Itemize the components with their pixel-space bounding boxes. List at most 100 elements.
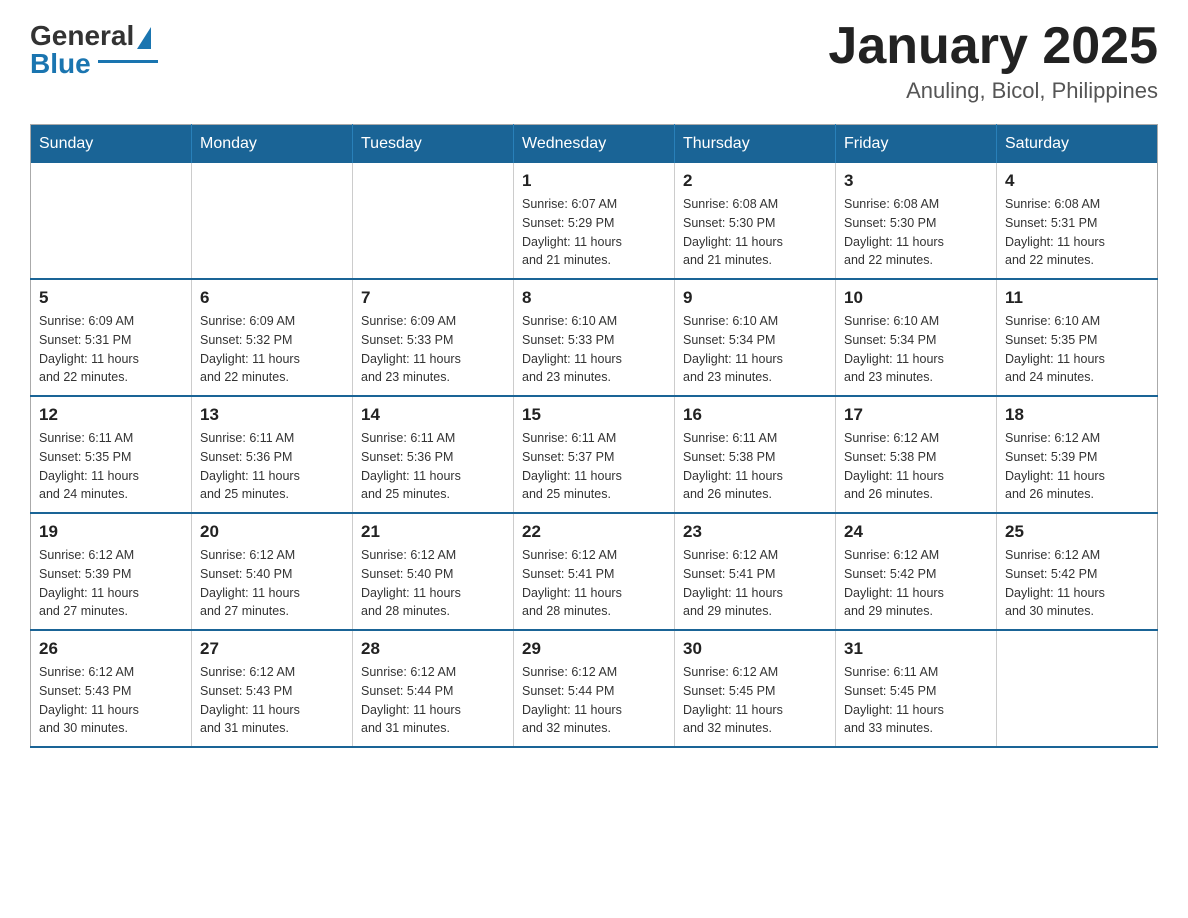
day-number: 4 xyxy=(1005,171,1149,191)
calendar-cell: 15 Sunrise: 6:11 AMSunset: 5:37 PMDayligh… xyxy=(514,396,675,513)
day-info: Sunrise: 6:11 AMSunset: 5:35 PMDaylight:… xyxy=(39,429,183,504)
day-info: Sunrise: 6:12 AMSunset: 5:45 PMDaylight:… xyxy=(683,663,827,738)
calendar-cell: 25Sunrise: 6:12 AMSunset: 5:42 PMDayligh… xyxy=(997,513,1158,630)
day-number: 27 xyxy=(200,639,344,659)
calendar-cell: 7 Sunrise: 6:09 AMSunset: 5:33 PMDaylight… xyxy=(353,279,514,396)
calendar-cell: 21 Sunrise: 6:12 AMSunset: 5:40 PMDayligh… xyxy=(353,513,514,630)
day-info: Sunrise: 6:12 AMSunset: 5:40 PMDaylight:… xyxy=(361,546,505,621)
weekday-header-row: SundayMondayTuesdayWednesdayThursdayFrid… xyxy=(31,125,1158,164)
weekday-header-friday: Friday xyxy=(836,125,997,164)
calendar-cell: 1Sunrise: 6:07 AMSunset: 5:29 PMDaylight… xyxy=(514,163,675,279)
calendar-table: SundayMondayTuesdayWednesdayThursdayFrid… xyxy=(30,124,1158,748)
day-info: Sunrise: 6:11 AMSunset: 5:36 PMDaylight:… xyxy=(361,429,505,504)
title-area: January 2025 Anuling, Bicol, Philippines xyxy=(828,20,1158,104)
calendar-cell: 28 Sunrise: 6:12 AMSunset: 5:44 PMDayligh… xyxy=(353,630,514,747)
day-number: 24 xyxy=(844,522,988,542)
day-info: Sunrise: 6:09 AMSunset: 5:32 PMDaylight:… xyxy=(200,312,344,387)
page-header: General Blue January 2025 Anuling, Bicol… xyxy=(30,20,1158,104)
weekday-header-wednesday: Wednesday xyxy=(514,125,675,164)
calendar-cell: 6Sunrise: 6:09 AMSunset: 5:32 PMDaylight… xyxy=(192,279,353,396)
day-info: Sunrise: 6:11 AMSunset: 5:45 PMDaylight:… xyxy=(844,663,988,738)
day-info: Sunrise: 6:11 AMSunset: 5:36 PMDaylight:… xyxy=(200,429,344,504)
day-info: Sunrise: 6:12 AMSunset: 5:43 PMDaylight:… xyxy=(200,663,344,738)
day-number: 3 xyxy=(844,171,988,191)
day-info: Sunrise: 6:12 AMSunset: 5:41 PMDaylight:… xyxy=(683,546,827,621)
day-number: 12 xyxy=(39,405,183,425)
calendar-cell xyxy=(997,630,1158,747)
calendar-cell: 4 Sunrise: 6:08 AMSunset: 5:31 PMDaylight… xyxy=(997,163,1158,279)
day-info: Sunrise: 6:12 AMSunset: 5:44 PMDaylight:… xyxy=(522,663,666,738)
calendar-cell xyxy=(353,163,514,279)
location-title: Anuling, Bicol, Philippines xyxy=(828,78,1158,104)
day-number: 20 xyxy=(200,522,344,542)
day-info: Sunrise: 6:09 AMSunset: 5:33 PMDaylight:… xyxy=(361,312,505,387)
calendar-cell: 2 Sunrise: 6:08 AMSunset: 5:30 PMDaylight… xyxy=(675,163,836,279)
day-number: 21 xyxy=(361,522,505,542)
day-info: Sunrise: 6:08 AMSunset: 5:30 PMDaylight:… xyxy=(683,195,827,270)
day-number: 26 xyxy=(39,639,183,659)
calendar-cell: 9 Sunrise: 6:10 AMSunset: 5:34 PMDaylight… xyxy=(675,279,836,396)
day-info: Sunrise: 6:12 AMSunset: 5:38 PMDaylight:… xyxy=(844,429,988,504)
weekday-header-sunday: Sunday xyxy=(31,125,192,164)
day-info: Sunrise: 6:12 AMSunset: 5:39 PMDaylight:… xyxy=(1005,429,1149,504)
calendar-cell: 3 Sunrise: 6:08 AMSunset: 5:30 PMDaylight… xyxy=(836,163,997,279)
day-number: 9 xyxy=(683,288,827,308)
day-info: Sunrise: 6:12 AMSunset: 5:42 PMDaylight:… xyxy=(1005,546,1149,621)
day-number: 19 xyxy=(39,522,183,542)
day-info: Sunrise: 6:11 AMSunset: 5:37 PMDaylight:… xyxy=(522,429,666,504)
day-number: 10 xyxy=(844,288,988,308)
calendar-cell: 17 Sunrise: 6:12 AMSunset: 5:38 PMDayligh… xyxy=(836,396,997,513)
day-number: 16 xyxy=(683,405,827,425)
day-info: Sunrise: 6:10 AMSunset: 5:33 PMDaylight:… xyxy=(522,312,666,387)
day-number: 8 xyxy=(522,288,666,308)
calendar-cell: 18Sunrise: 6:12 AMSunset: 5:39 PMDayligh… xyxy=(997,396,1158,513)
day-number: 31 xyxy=(844,639,988,659)
day-number: 29 xyxy=(522,639,666,659)
calendar-cell: 23 Sunrise: 6:12 AMSunset: 5:41 PMDayligh… xyxy=(675,513,836,630)
day-info: Sunrise: 6:08 AMSunset: 5:30 PMDaylight:… xyxy=(844,195,988,270)
calendar-cell: 16Sunrise: 6:11 AMSunset: 5:38 PMDayligh… xyxy=(675,396,836,513)
month-title: January 2025 xyxy=(828,20,1158,72)
day-info: Sunrise: 6:08 AMSunset: 5:31 PMDaylight:… xyxy=(1005,195,1149,270)
calendar-cell xyxy=(31,163,192,279)
day-number: 17 xyxy=(844,405,988,425)
day-number: 15 xyxy=(522,405,666,425)
day-number: 7 xyxy=(361,288,505,308)
day-number: 14 xyxy=(361,405,505,425)
day-number: 28 xyxy=(361,639,505,659)
calendar-cell: 14 Sunrise: 6:11 AMSunset: 5:36 PMDayligh… xyxy=(353,396,514,513)
day-number: 30 xyxy=(683,639,827,659)
calendar-cell: 11Sunrise: 6:10 AMSunset: 5:35 PMDayligh… xyxy=(997,279,1158,396)
calendar-cell: 22Sunrise: 6:12 AMSunset: 5:41 PMDayligh… xyxy=(514,513,675,630)
weekday-header-monday: Monday xyxy=(192,125,353,164)
calendar-cell: 10 Sunrise: 6:10 AMSunset: 5:34 PMDayligh… xyxy=(836,279,997,396)
day-number: 5 xyxy=(39,288,183,308)
week-row-2: 5Sunrise: 6:09 AMSunset: 5:31 PMDaylight… xyxy=(31,279,1158,396)
day-info: Sunrise: 6:12 AMSunset: 5:44 PMDaylight:… xyxy=(361,663,505,738)
day-info: Sunrise: 6:12 AMSunset: 5:41 PMDaylight:… xyxy=(522,546,666,621)
logo-arrow-icon xyxy=(137,27,151,49)
calendar-cell: 24 Sunrise: 6:12 AMSunset: 5:42 PMDayligh… xyxy=(836,513,997,630)
week-row-4: 19 Sunrise: 6:12 AMSunset: 5:39 PMDayligh… xyxy=(31,513,1158,630)
calendar-cell: 20 Sunrise: 6:12 AMSunset: 5:40 PMDayligh… xyxy=(192,513,353,630)
day-number: 2 xyxy=(683,171,827,191)
calendar-cell: 30 Sunrise: 6:12 AMSunset: 5:45 PMDayligh… xyxy=(675,630,836,747)
calendar-cell: 29 Sunrise: 6:12 AMSunset: 5:44 PMDayligh… xyxy=(514,630,675,747)
calendar-cell: 27 Sunrise: 6:12 AMSunset: 5:43 PMDayligh… xyxy=(192,630,353,747)
day-info: Sunrise: 6:12 AMSunset: 5:43 PMDaylight:… xyxy=(39,663,183,738)
logo-blue-text: Blue xyxy=(30,48,91,80)
day-info: Sunrise: 6:12 AMSunset: 5:40 PMDaylight:… xyxy=(200,546,344,621)
day-info: Sunrise: 6:10 AMSunset: 5:34 PMDaylight:… xyxy=(683,312,827,387)
day-info: Sunrise: 6:12 AMSunset: 5:42 PMDaylight:… xyxy=(844,546,988,621)
day-info: Sunrise: 6:10 AMSunset: 5:35 PMDaylight:… xyxy=(1005,312,1149,387)
day-number: 13 xyxy=(200,405,344,425)
calendar-cell: 13 Sunrise: 6:11 AMSunset: 5:36 PMDayligh… xyxy=(192,396,353,513)
calendar-cell: 31 Sunrise: 6:11 AMSunset: 5:45 PMDayligh… xyxy=(836,630,997,747)
day-info: Sunrise: 6:10 AMSunset: 5:34 PMDaylight:… xyxy=(844,312,988,387)
logo-underline xyxy=(98,60,158,63)
day-number: 23 xyxy=(683,522,827,542)
calendar-cell: 8 Sunrise: 6:10 AMSunset: 5:33 PMDaylight… xyxy=(514,279,675,396)
day-info: Sunrise: 6:12 AMSunset: 5:39 PMDaylight:… xyxy=(39,546,183,621)
calendar-cell: 19 Sunrise: 6:12 AMSunset: 5:39 PMDayligh… xyxy=(31,513,192,630)
calendar-cell: 26 Sunrise: 6:12 AMSunset: 5:43 PMDayligh… xyxy=(31,630,192,747)
